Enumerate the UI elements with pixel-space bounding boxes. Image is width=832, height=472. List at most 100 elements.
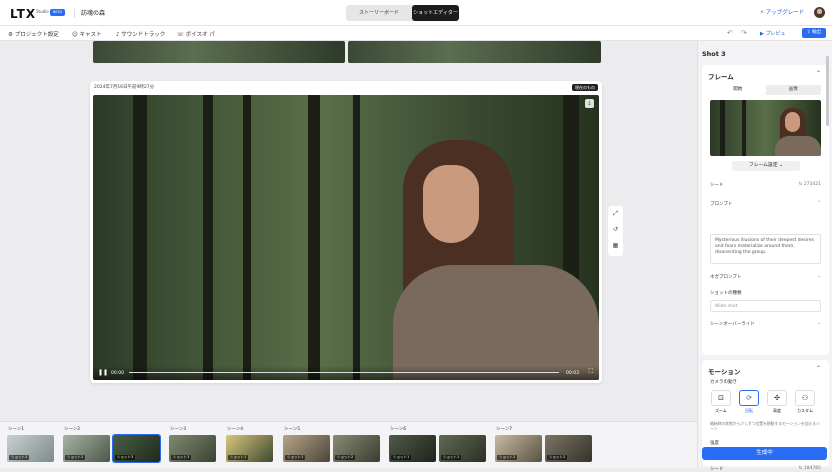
shot-label: ショット1 <box>497 455 518 460</box>
scene-override-row[interactable]: シーンオーバーライド ⌄ <box>710 321 821 327</box>
seed-number: 273421 <box>803 182 821 187</box>
music-icon: ♪ <box>116 32 120 38</box>
shot-thumbnail[interactable]: ショット1 <box>439 435 486 462</box>
prompt-row[interactable]: プロンプト ⌃ <box>710 201 821 207</box>
negative-prompt-row[interactable]: ネガプロンプト ⌄ <box>710 274 821 280</box>
cam-zoom-option[interactable]: ⊡ ズーム <box>710 390 732 414</box>
prompt-field[interactable]: Mysterious illusions of their deepest de… <box>710 234 821 264</box>
soundtrack-label: サウンドトラック <box>121 32 166 38</box>
scene-label: シーン5 <box>284 427 301 432</box>
side-tools: ⤢ ↺ ▦ <box>608 206 623 256</box>
scene-label: シーン3 <box>170 427 187 432</box>
preview-button[interactable]: ▶ プレビュ <box>760 30 785 37</box>
tab-storyboard[interactable]: ストーリーボード <box>346 5 412 21</box>
seed-row: シード ↻ 273421 <box>710 182 821 188</box>
voiceover-button[interactable]: ☏ ボイスオ パ <box>177 30 215 38</box>
studio-label: Studio <box>36 9 49 14</box>
altitude-icon: ✣ <box>767 390 787 406</box>
negative-prompt-label: ネガプロンプト <box>710 275 742 280</box>
shot-label: ショット1 <box>441 455 462 460</box>
motion-description: 開始時の状態から少しずつ位置を移動するモーションを加えるシーン <box>710 421 820 431</box>
expand-icon[interactable]: ⤢ <box>608 206 623 222</box>
scene-label: シーン1 <box>8 427 25 432</box>
shot-thumbnail[interactable]: ショット2 <box>545 435 592 462</box>
cam-rotate-option[interactable]: ⟳ 回転 <box>738 390 760 414</box>
upgrade-button[interactable]: ⚡ アップグレード <box>760 8 804 16</box>
scene-label: シーン7 <box>496 427 513 432</box>
preview-label: プレビュ <box>765 31 786 37</box>
avatar[interactable] <box>814 7 825 18</box>
progress-track[interactable] <box>129 372 559 373</box>
start-frame-tab[interactable]: 開始 <box>710 85 766 95</box>
grid-icon[interactable]: ▦ <box>608 238 623 254</box>
shot-label: ショット2 <box>547 455 568 460</box>
tree-trunk <box>742 100 746 156</box>
image-tab[interactable]: 画像 <box>766 85 822 95</box>
previous-shot-image[interactable] <box>93 41 345 63</box>
shot-label: ショット1 <box>228 455 249 460</box>
cam-rotate-label: 回転 <box>745 408 753 413</box>
frame-settings-label: フレーム設定 <box>748 163 778 168</box>
video-frame[interactable]: ⤓ ❚❚ 00:00 00:03 ⛶ <box>93 95 599 380</box>
shot-thumbnail[interactable]: ショット1 <box>495 435 542 462</box>
shot-label: ショット1 <box>285 455 306 460</box>
frame-section: フレーム ⌃ 開始 画像 フレーム設定 ⌄ シード ↻ 273421 プロンプト… <box>702 65 829 355</box>
chevron-up-icon[interactable]: ⌃ <box>816 70 821 77</box>
shot-thumbnail[interactable]: ショット1 <box>169 435 216 462</box>
shot-thumbnail[interactable]: ショット1 <box>226 435 273 462</box>
project-title[interactable]: 訪魂の森 <box>74 9 105 18</box>
refresh-icon: ↻ <box>798 466 803 471</box>
speed-label: 強度 <box>710 441 719 446</box>
shot-label: ショット2 <box>335 455 356 460</box>
tree-trunk <box>243 95 251 380</box>
shot-type-input[interactable]: Wide shot <box>710 300 821 312</box>
voiceover-label: ボイスオ パ <box>185 32 215 38</box>
video-controls: ❚❚ 00:00 00:03 ⛶ <box>93 366 599 380</box>
subject-body <box>393 265 599 380</box>
tree-trunk <box>133 95 147 380</box>
tab-shot-editor[interactable]: ショットエディター <box>412 5 459 21</box>
redo-icon[interactable]: ↷ <box>741 29 747 37</box>
subject-face <box>423 165 479 243</box>
shot-preview-card: 2024年7月16日午前9時27分 現在のもの ⤓ ❚❚ 00:00 00:03… <box>90 81 602 383</box>
chevron-up-icon: ⌃ <box>817 201 821 206</box>
ltx-logo[interactable]: LTX <box>10 7 36 21</box>
fullscreen-icon[interactable]: ⛶ <box>589 368 593 376</box>
history-icon[interactable]: ↺ <box>608 222 623 238</box>
generate-button[interactable]: 生成中 <box>702 447 827 460</box>
chevron-down-icon: ⌄ <box>779 163 784 168</box>
frame-thumbnail[interactable] <box>710 100 821 156</box>
shot-thumbnail[interactable]: ショット1 <box>63 435 110 462</box>
chevron-down-icon: ⌄ <box>817 321 821 326</box>
shot-label: ショット1 <box>9 455 30 460</box>
custom-icon: ⚇ <box>795 390 815 406</box>
frame-section-title: フレーム <box>708 73 734 81</box>
shot-thumbnail[interactable]: ショット1 <box>7 435 54 462</box>
export-label: 輸出 <box>812 30 822 35</box>
export-button[interactable]: ⇪ 輸出 <box>802 28 826 38</box>
shot-canvas: 2024年7月16日午前9時27分 現在のもの ⤓ ❚❚ 00:00 00:03… <box>0 41 697 421</box>
cast-button[interactable]: ☺ キャスト <box>72 30 102 38</box>
mode-switcher: ストーリーボード ショットエディター <box>346 5 459 21</box>
cam-custom-option[interactable]: ⚇ カスタム <box>794 390 816 414</box>
shot-thumbnail[interactable]: ショット1 <box>389 435 436 462</box>
project-settings-label: プロジェクト設定 <box>14 32 59 38</box>
shot-thumbnail[interactable]: ショット2 <box>333 435 380 462</box>
previous-shot-image[interactable] <box>348 41 601 63</box>
speech-icon: ☏ <box>177 32 184 38</box>
download-icon[interactable]: ⤓ <box>585 99 594 108</box>
shot-thumbnail-selected[interactable]: ショット3 <box>112 434 161 463</box>
pause-icon[interactable]: ❚❚ <box>98 369 108 376</box>
seed-value[interactable]: ↻ 273421 <box>799 182 821 187</box>
undo-icon[interactable]: ↶ <box>727 29 733 37</box>
chevron-up-icon[interactable]: ⌃ <box>816 365 821 372</box>
project-settings-button[interactable]: ⚙ プロジェクト設定 <box>8 30 59 38</box>
frame-settings-button[interactable]: フレーム設定 ⌄ <box>732 161 800 171</box>
seed-value[interactable]: ↻ 184785 <box>799 466 821 471</box>
panel-scrollbar[interactable] <box>826 56 829 126</box>
scene-label: シーン6 <box>390 427 407 432</box>
soundtrack-button[interactable]: ♪ サウンドトラック <box>116 30 165 38</box>
play-icon: ▶ <box>760 31 764 37</box>
shot-thumbnail[interactable]: ショット1 <box>283 435 330 462</box>
cam-altitude-option[interactable]: ✣ 高度 <box>766 390 788 414</box>
